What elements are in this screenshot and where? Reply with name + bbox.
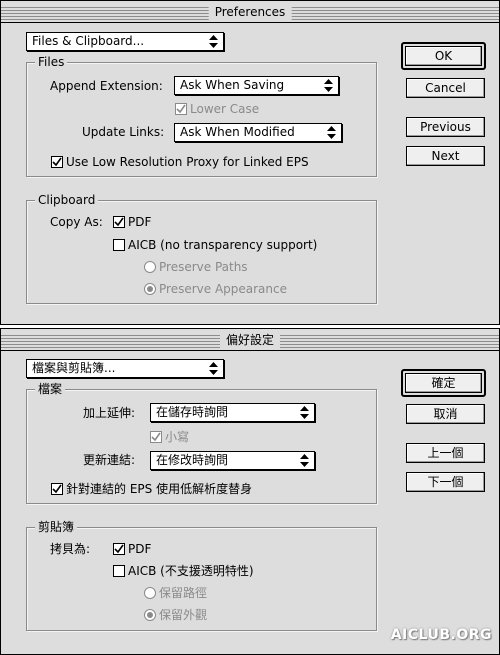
preserve-paths-radio[interactable]: Preserve Paths [144,259,248,275]
window-titlebar[interactable]: 偏好設定 [1,329,499,351]
pdf-checkbox[interactable]: PDF [113,541,151,557]
append-extension-value: 在儲存時詢問 [156,405,229,419]
copy-as-label: Copy As: [50,215,103,229]
checkmark-icon [176,104,186,114]
radio-selected-icon [144,609,156,621]
preferences-dialog-chinese: 偏好設定 檔案與剪貼簿... 檔案 加上延伸: 在儲存時詢問 小寫 更新連結: … [0,328,500,655]
popup-arrows-icon [324,79,333,92]
low-res-proxy-checkbox[interactable]: Use Low Resolution Proxy for Linked EPS [51,154,309,170]
pdf-label: PDF [128,215,152,229]
radio-selected-icon [144,283,156,295]
ok-button-ring: 確定 [401,369,486,397]
window-title: Preferences [208,4,292,20]
update-links-label: 更新連結: [83,453,136,467]
files-group: Files Append Extension: Ask When Saving … [26,54,377,177]
lower-case-label: Lower Case [190,102,260,116]
next-button[interactable]: 下一個 [406,472,485,492]
clipboard-group: 剪貼簿 拷貝為: PDF AICB (不支援透明特性) 保留路徑 保留外觀 [26,519,377,631]
popup-arrows-icon [300,406,309,419]
next-button[interactable]: Next [406,146,485,166]
aicb-checkbox[interactable]: AICB (不支援透明特性) [113,563,254,579]
pdf-label: PDF [128,542,152,556]
aicb-label: AICB (no transparency support) [128,238,318,252]
checkbox-box [113,565,125,577]
cancel-button[interactable]: Cancel [406,78,485,98]
low-res-proxy-label: Use Low Resolution Proxy for Linked EPS [66,155,309,169]
checkbox-box [175,103,187,115]
files-group-title: 檔案 [35,381,66,397]
preserve-appearance-label: 保留外觀 [159,608,208,622]
checkmark-icon [114,217,124,227]
window-titlebar[interactable]: Preferences [1,1,499,23]
checkmark-icon [151,432,161,442]
preserve-appearance-label: Preserve Appearance [159,282,287,296]
files-group: 檔案 加上延伸: 在儲存時詢問 小寫 更新連結: 在修改時詢問 針對連結的 EP… [26,381,377,504]
aicb-label: AICB (不支援透明特性) [128,564,254,578]
section-popup[interactable]: 檔案與剪貼簿... [26,359,224,378]
files-group-title: Files [35,54,68,70]
lower-case-label: 小寫 [165,430,190,444]
checkbox-box [113,216,125,228]
clipboard-group-title: 剪貼簿 [35,519,78,535]
popup-arrows-icon [209,362,218,375]
watermark-text: AICLUB.ORG [390,627,492,643]
append-extension-value: Ask When Saving [180,78,285,92]
lower-case-checkbox[interactable]: Lower Case [175,101,259,117]
checkbox-box [51,483,63,495]
checkmark-icon [52,484,62,494]
copy-as-label: 拷貝為: [50,542,91,556]
preferences-dialog-english: Preferences Files & Clipboard... Files A… [0,0,500,325]
lower-case-checkbox[interactable]: 小寫 [150,429,189,445]
preserve-paths-label: 保留路徑 [159,586,208,600]
update-links-label: Update Links: [82,125,165,139]
preserve-paths-radio[interactable]: 保留路徑 [144,585,207,601]
section-popup[interactable]: Files & Clipboard... [26,32,224,51]
ok-button[interactable]: OK [405,46,482,66]
checkbox-box [51,156,63,168]
low-res-proxy-label: 針對連結的 EPS 使用低解析度替身 [66,482,253,496]
aicb-checkbox[interactable]: AICB (no transparency support) [113,237,317,253]
update-links-popup[interactable]: 在修改時詢問 [150,451,315,470]
clipboard-group: Clipboard Copy As: PDF AICB (no transpar… [26,192,377,304]
previous-button[interactable]: 上一個 [406,443,485,463]
checkmark-icon [52,157,62,167]
update-links-value: 在修改時詢問 [156,453,229,467]
preserve-appearance-radio[interactable]: Preserve Appearance [144,281,287,297]
update-links-popup[interactable]: Ask When Modified [174,123,342,142]
checkmark-icon [114,544,124,554]
checkbox-box [113,239,125,251]
section-popup-value: 檔案與剪貼簿... [32,361,116,375]
section-popup-value: Files & Clipboard... [32,34,145,48]
checkbox-box [113,543,125,555]
preserve-paths-label: Preserve Paths [159,260,248,274]
ok-button[interactable]: 確定 [405,373,482,393]
window-title: 偏好設定 [219,332,281,348]
radio-circle-icon [144,261,156,273]
preserve-appearance-radio[interactable]: 保留外觀 [144,607,207,623]
ok-button-ring: OK [401,42,486,70]
append-extension-popup[interactable]: Ask When Saving [174,76,339,95]
cancel-button[interactable]: 取消 [406,404,485,424]
append-extension-label: 加上延伸: [83,406,136,420]
popup-arrows-icon [300,454,309,467]
clipboard-group-title: Clipboard [35,192,99,208]
previous-button[interactable]: Previous [406,117,485,137]
popup-arrows-icon [327,126,336,139]
pdf-checkbox[interactable]: PDF [113,214,151,230]
append-extension-label: Append Extension: [50,79,163,93]
low-res-proxy-checkbox[interactable]: 針對連結的 EPS 使用低解析度替身 [51,481,252,497]
update-links-value: Ask When Modified [180,125,295,139]
checkbox-box [150,431,162,443]
popup-arrows-icon [209,35,218,48]
radio-circle-icon [144,587,156,599]
append-extension-popup[interactable]: 在儲存時詢問 [150,403,315,422]
